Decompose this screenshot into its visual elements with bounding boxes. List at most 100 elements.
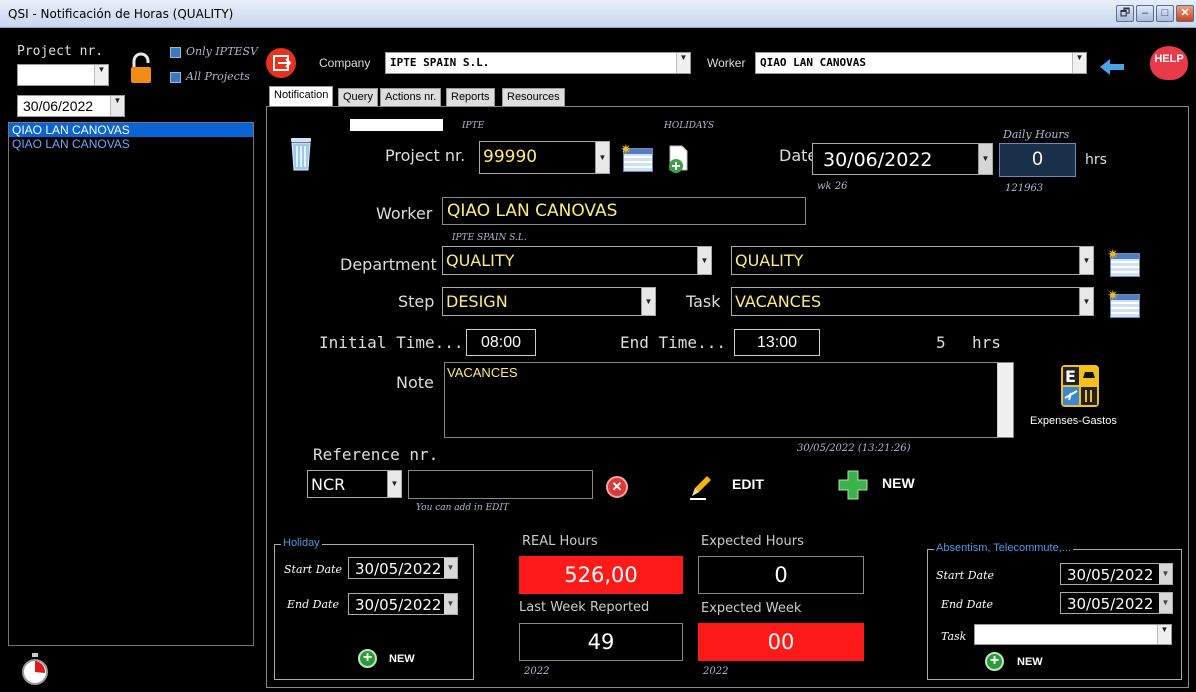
date-picker[interactable]: 30/06/2022 ▼ <box>812 143 993 175</box>
holiday-title: Holiday <box>281 537 322 549</box>
holiday-start-label: Start Date <box>284 563 342 576</box>
list-item[interactable]: QIAO LAN CANOVAS <box>9 137 253 151</box>
note-textarea[interactable]: VACANCES <box>444 362 1014 438</box>
holiday-end-picker[interactable]: 30/05/2022 ▼ <box>348 593 458 615</box>
chevron-down-icon: ▼ <box>444 558 457 578</box>
company-select[interactable]: IPTE SPAIN S.L. ▼ <box>385 52 691 74</box>
expenses-icon[interactable]: E <box>1060 364 1100 408</box>
tab-resources[interactable]: Resources <box>502 88 565 107</box>
chevron-down-icon: ▼ <box>1079 288 1093 315</box>
help-button[interactable]: HELP <box>1150 46 1188 80</box>
calendar-grid-icon[interactable] <box>1107 246 1140 277</box>
tab-reports[interactable]: Reports <box>446 88 495 107</box>
reference-type-select[interactable]: NCR ▼ <box>307 470 402 498</box>
project-nr-value: 99990 <box>483 147 538 167</box>
svg-text:E: E <box>1065 367 1076 386</box>
minimize-button[interactable]: – <box>1136 5 1154 22</box>
note-scrollbar[interactable] <box>997 363 1013 437</box>
expected-hours-value: 0 <box>698 556 864 594</box>
worker-list[interactable]: QIAO LAN CANOVAS QIAO LAN CANOVAS <box>8 122 254 646</box>
department-sub-value: QUALITY <box>735 251 804 270</box>
absentism-end-value: 30/05/2022 <box>1067 595 1154 613</box>
pencil-icon[interactable] <box>688 472 714 500</box>
tab-query[interactable]: Query <box>338 88 378 107</box>
absentism-title: Absentism, Telecommute,... <box>934 542 1073 554</box>
record-id: 121963 <box>1005 183 1044 194</box>
blank-box <box>350 119 443 131</box>
only-iptesv-label: Only IPTESV <box>186 45 258 58</box>
absentism-start-picker[interactable]: 30/05/2022 ▼ <box>1060 563 1173 585</box>
department-value: QUALITY <box>446 251 515 270</box>
trash-icon[interactable] <box>288 136 314 172</box>
stopwatch-icon[interactable] <box>20 652 50 686</box>
absentism-task-select[interactable]: ▼ <box>974 624 1172 645</box>
restore-icon[interactable]: 🗗 <box>1116 5 1134 22</box>
absentism-start-label: Start Date <box>936 569 994 582</box>
reference-input[interactable] <box>408 470 593 499</box>
department-select[interactable]: QUALITY ▼ <box>442 246 712 275</box>
task-select[interactable]: VACANCES ▼ <box>731 287 1094 316</box>
department-label: Department <box>340 255 437 274</box>
project-select[interactable]: ▼ <box>17 64 109 86</box>
close-button[interactable]: ✕ <box>1176 5 1194 22</box>
all-projects-label: All Projects <box>186 70 250 83</box>
tab-notification[interactable]: Notification <box>269 86 334 107</box>
absentism-start-value: 30/05/2022 <box>1067 566 1154 584</box>
holiday-new-button[interactable]: NEW <box>389 653 415 665</box>
real-hours-value: 526,00 <box>519 556 683 594</box>
edit-button[interactable]: EDIT <box>732 476 764 492</box>
maximize-button[interactable]: □ <box>1156 5 1174 22</box>
calendar-grid-icon[interactable] <box>620 141 653 172</box>
absentism-new-button[interactable]: NEW <box>1017 656 1043 668</box>
absentism-end-label: End Date <box>941 598 993 611</box>
tab-actions[interactable]: Actions nr. <box>380 88 442 107</box>
chevron-down-icon: ▼ <box>676 53 690 73</box>
lock-icon[interactable] <box>128 52 154 86</box>
project-nr-label: Project nr. <box>385 146 466 165</box>
last-week-label: Last Week Reported <box>519 600 650 615</box>
absentism-add-icon[interactable]: + <box>985 652 1004 671</box>
daily-hours-value[interactable]: 0 <box>999 143 1076 177</box>
add-icon[interactable] <box>838 470 868 500</box>
reference-hint: You can add in EDIT <box>416 503 509 513</box>
all-projects-checkbox[interactable]: All Projects <box>170 70 250 83</box>
worker-select[interactable]: QIAO LAN CANOVAS ▼ <box>755 52 1087 74</box>
last-week-value: 49 <box>519 623 683 661</box>
chevron-down-icon: ▼ <box>1157 625 1171 644</box>
calendar-grid-icon[interactable] <box>1107 287 1140 318</box>
chevron-down-icon: ▼ <box>387 471 401 497</box>
total-hours: 5 <box>936 333 946 352</box>
exit-icon[interactable] <box>266 48 296 78</box>
project-nr-select[interactable]: 99990 ▼ <box>479 141 610 174</box>
end-time-input[interactable]: 13:00 <box>734 329 820 356</box>
note-value: VACANCES <box>447 365 518 380</box>
holiday-add-icon[interactable]: + <box>358 649 377 668</box>
holiday-start-picker[interactable]: 30/05/2022 ▼ <box>348 557 458 579</box>
chevron-down-icon: ▼ <box>595 142 609 173</box>
window-title: QSI - Notificación de Horas (QUALITY) <box>8 7 234 21</box>
department-sub-select[interactable]: QUALITY ▼ <box>731 246 1094 275</box>
chevron-down-icon: ▼ <box>1072 53 1086 73</box>
clear-icon[interactable]: ✕ <box>606 476 628 498</box>
add-document-icon[interactable] <box>667 144 691 174</box>
absentism-task-label: Task <box>941 630 967 643</box>
absentism-end-picker[interactable]: 30/05/2022 ▼ <box>1060 592 1173 614</box>
worker-form-label: Worker <box>376 204 433 223</box>
only-iptesv-checkbox[interactable]: Only IPTESV <box>170 45 258 58</box>
initial-time-input[interactable]: 08:00 <box>466 329 536 356</box>
sidebar-date-picker[interactable]: 30/06/2022 ▼ <box>17 95 125 117</box>
sidebar-date-value: 30/06/2022 <box>23 98 94 114</box>
note-label: Note <box>396 373 434 392</box>
step-select[interactable]: DESIGN ▼ <box>442 287 656 316</box>
back-arrow-icon[interactable] <box>1098 56 1126 78</box>
new-button[interactable]: NEW <box>882 475 915 491</box>
company-label: Company <box>319 56 371 70</box>
worker-field[interactable]: QIAO LAN CANOVAS <box>442 197 806 225</box>
chevron-down-icon: ▼ <box>94 65 108 85</box>
chevron-down-icon: ▼ <box>1079 247 1093 274</box>
list-item[interactable]: QIAO LAN CANOVAS <box>9 123 253 137</box>
holidays-label: HOLIDAYS <box>664 121 715 131</box>
step-label: Step <box>398 292 435 311</box>
initial-time-label: Initial Time... <box>319 333 464 352</box>
reference-type-value: NCR <box>311 475 346 494</box>
